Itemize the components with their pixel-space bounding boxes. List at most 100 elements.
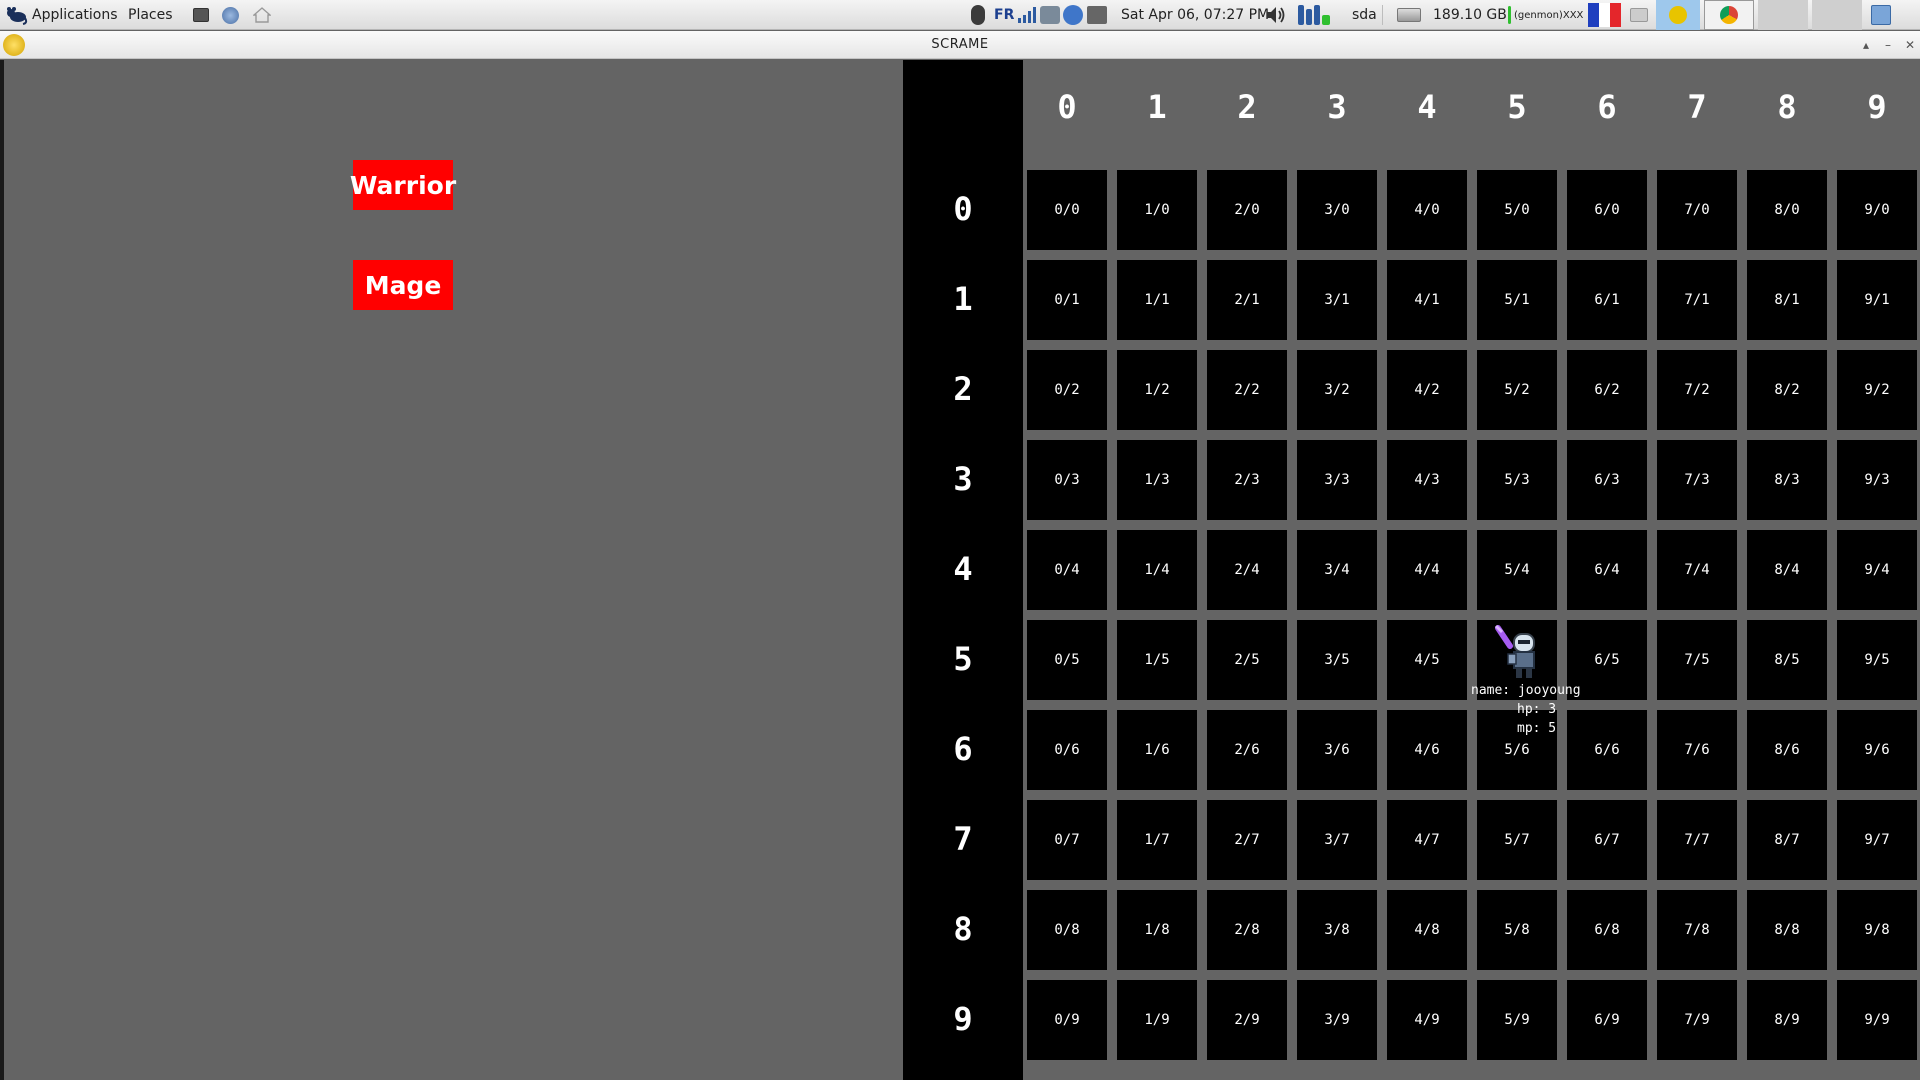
board-tile-2-8[interactable]: 2/8 xyxy=(1207,890,1287,970)
clock[interactable]: Sat Apr 06, 07:27 PM xyxy=(1121,0,1269,30)
board-tile-7-5[interactable]: 7/5 xyxy=(1657,620,1737,700)
board-tile-3-3[interactable]: 3/3 xyxy=(1297,440,1377,520)
board-tile-4-9[interactable]: 4/9 xyxy=(1387,980,1467,1060)
board-tile-8-1[interactable]: 8/1 xyxy=(1747,260,1827,340)
board-tile-0-2[interactable]: 0/2 xyxy=(1027,350,1107,430)
home-folder-icon[interactable] xyxy=(253,0,271,30)
board-tile-9-7[interactable]: 9/7 xyxy=(1837,800,1917,880)
board-tile-0-4[interactable]: 0/4 xyxy=(1027,530,1107,610)
browser-launcher-icon[interactable] xyxy=(222,0,239,30)
board-tile-3-7[interactable]: 3/7 xyxy=(1297,800,1377,880)
board-tile-5-0[interactable]: 5/0 xyxy=(1477,170,1557,250)
board-tile-4-2[interactable]: 4/2 xyxy=(1387,350,1467,430)
board-tile-3-5[interactable]: 3/5 xyxy=(1297,620,1377,700)
board-tile-8-8[interactable]: 8/8 xyxy=(1747,890,1827,970)
french-flag-icon[interactable] xyxy=(1588,0,1621,30)
board-tile-6-6[interactable]: 6/6 xyxy=(1567,710,1647,790)
board-tile-9-0[interactable]: 9/0 xyxy=(1837,170,1917,250)
minimize-window-button[interactable]: – xyxy=(1880,37,1896,53)
board-tile-8-2[interactable]: 8/2 xyxy=(1747,350,1827,430)
board-tile-5-3[interactable]: 5/3 xyxy=(1477,440,1557,520)
board-tile-0-3[interactable]: 0/3 xyxy=(1027,440,1107,520)
board-tile-8-7[interactable]: 8/7 xyxy=(1747,800,1827,880)
board-tile-7-3[interactable]: 7/3 xyxy=(1657,440,1737,520)
board-tile-8-5[interactable]: 8/5 xyxy=(1747,620,1827,700)
board-tile-4-1[interactable]: 4/1 xyxy=(1387,260,1467,340)
network-signal-icon[interactable] xyxy=(1018,0,1036,30)
bluetooth-icon[interactable] xyxy=(971,0,985,30)
board-tile-1-5[interactable]: 1/5 xyxy=(1117,620,1197,700)
show-desktop-icon[interactable] xyxy=(1866,0,1896,30)
board-tile-7-9[interactable]: 7/9 xyxy=(1657,980,1737,1060)
board-tile-6-1[interactable]: 6/1 xyxy=(1567,260,1647,340)
board-tile-9-6[interactable]: 9/6 xyxy=(1837,710,1917,790)
board-tile-0-7[interactable]: 0/7 xyxy=(1027,800,1107,880)
board-tile-9-1[interactable]: 9/1 xyxy=(1837,260,1917,340)
board-tile-6-9[interactable]: 6/9 xyxy=(1567,980,1647,1060)
board-tile-0-6[interactable]: 0/6 xyxy=(1027,710,1107,790)
board-tile-7-7[interactable]: 7/7 xyxy=(1657,800,1737,880)
board-tile-0-0[interactable]: 0/0 xyxy=(1027,170,1107,250)
board-tile-4-4[interactable]: 4/4 xyxy=(1387,530,1467,610)
board-tile-8-0[interactable]: 8/0 xyxy=(1747,170,1827,250)
board-tile-1-4[interactable]: 1/4 xyxy=(1117,530,1197,610)
board-tile-0-1[interactable]: 0/1 xyxy=(1027,260,1107,340)
board-tile-2-2[interactable]: 2/2 xyxy=(1207,350,1287,430)
power-manager-icon[interactable] xyxy=(1087,0,1107,30)
board-tile-2-5[interactable]: 2/5 xyxy=(1207,620,1287,700)
board-tile-1-8[interactable]: 1/8 xyxy=(1117,890,1197,970)
board-tile-4-0[interactable]: 4/0 xyxy=(1387,170,1467,250)
board-tile-9-9[interactable]: 9/9 xyxy=(1837,980,1917,1060)
board-tile-5-8[interactable]: 5/8 xyxy=(1477,890,1557,970)
board-tile-0-5[interactable]: 0/5 xyxy=(1027,620,1107,700)
board-tile-5-9[interactable]: 5/9 xyxy=(1477,980,1557,1060)
board-tile-5-4[interactable]: 5/4 xyxy=(1477,530,1557,610)
taskbar-button-4[interactable] xyxy=(1812,0,1862,30)
board-tile-5-7[interactable]: 5/7 xyxy=(1477,800,1557,880)
board-tile-7-1[interactable]: 7/1 xyxy=(1657,260,1737,340)
board-tile-2-7[interactable]: 2/7 xyxy=(1207,800,1287,880)
board-tile-7-6[interactable]: 7/6 xyxy=(1657,710,1737,790)
board-tile-2-1[interactable]: 2/1 xyxy=(1207,260,1287,340)
board-tile-2-3[interactable]: 2/3 xyxy=(1207,440,1287,520)
board-tile-3-2[interactable]: 3/2 xyxy=(1297,350,1377,430)
player-character[interactable]: name: jooyoung hp: 3 mp: 5 xyxy=(1470,620,1581,740)
board-tile-4-3[interactable]: 4/3 xyxy=(1387,440,1467,520)
terminal-launcher-icon[interactable] xyxy=(193,0,209,30)
maximize-window-button[interactable]: ▴ xyxy=(1858,37,1874,53)
board-tile-1-9[interactable]: 1/9 xyxy=(1117,980,1197,1060)
board-tile-8-6[interactable]: 8/6 xyxy=(1747,710,1827,790)
board-tile-1-1[interactable]: 1/1 xyxy=(1117,260,1197,340)
taskbar-chrome-button[interactable] xyxy=(1704,0,1754,30)
board-tile-7-8[interactable]: 7/8 xyxy=(1657,890,1737,970)
board-tile-7-0[interactable]: 7/0 xyxy=(1657,170,1737,250)
board-tile-2-6[interactable]: 2/6 xyxy=(1207,710,1287,790)
board-tile-2-4[interactable]: 2/4 xyxy=(1207,530,1287,610)
board-tile-6-0[interactable]: 6/0 xyxy=(1567,170,1647,250)
board-tile-8-4[interactable]: 8/4 xyxy=(1747,530,1827,610)
board-tile-9-4[interactable]: 9/4 xyxy=(1837,530,1917,610)
board-tile-1-3[interactable]: 1/3 xyxy=(1117,440,1197,520)
warrior-class-button[interactable]: Warrior xyxy=(350,160,456,210)
board-tile-9-2[interactable]: 9/2 xyxy=(1837,350,1917,430)
board-tile-1-7[interactable]: 1/7 xyxy=(1117,800,1197,880)
volume-icon[interactable] xyxy=(1265,0,1287,30)
keyboard-layout-indicator[interactable]: FR xyxy=(994,0,1014,30)
board-tile-4-5[interactable]: 4/5 xyxy=(1387,620,1467,700)
board-tile-4-8[interactable]: 4/8 xyxy=(1387,890,1467,970)
drive-icon[interactable] xyxy=(1397,0,1421,30)
board-tile-6-3[interactable]: 6/3 xyxy=(1567,440,1647,520)
board-tile-3-0[interactable]: 3/0 xyxy=(1297,170,1377,250)
board-tile-2-0[interactable]: 2/0 xyxy=(1207,170,1287,250)
board-tile-9-5[interactable]: 9/5 xyxy=(1837,620,1917,700)
board-tile-5-1[interactable]: 5/1 xyxy=(1477,260,1557,340)
board-tile-1-2[interactable]: 1/2 xyxy=(1117,350,1197,430)
board-tile-6-8[interactable]: 6/8 xyxy=(1567,890,1647,970)
board-tile-5-2[interactable]: 5/2 xyxy=(1477,350,1557,430)
board-tile-7-2[interactable]: 7/2 xyxy=(1657,350,1737,430)
close-window-button[interactable]: ✕ xyxy=(1902,37,1918,53)
board-tile-8-3[interactable]: 8/3 xyxy=(1747,440,1827,520)
board-tile-6-2[interactable]: 6/2 xyxy=(1567,350,1647,430)
game-canvas[interactable]: Warrior Mage 0 1 2 3 4 5 6 7 8 9 0 1 2 3 4 5 6 7 8 9 0/0 1/0 2… xyxy=(0,60,1920,1080)
board-tile-9-3[interactable]: 9/3 xyxy=(1837,440,1917,520)
